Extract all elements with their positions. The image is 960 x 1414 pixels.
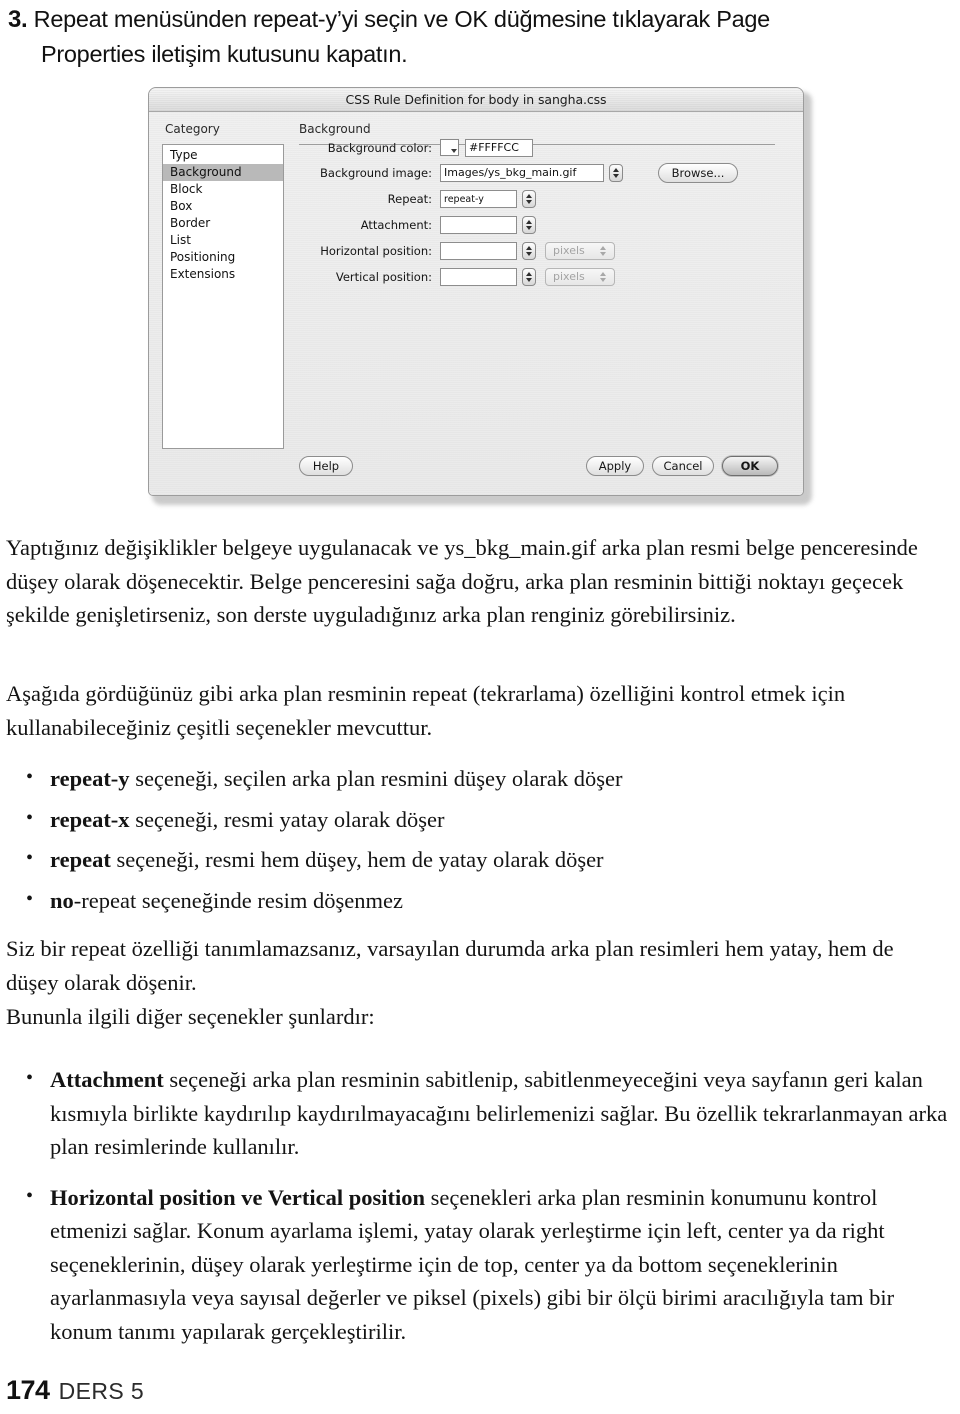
dialog-title: CSS Rule Definition for body in sangha.c…: [345, 92, 607, 107]
paragraph-4: Bununla ilgili diğer seçenekler şunlardı…: [6, 1004, 375, 1029]
vertical-position-label: Vertical position:: [335, 269, 432, 284]
step-text-line1: Repeat menüsünden repeat-y’yi seçin ve O…: [33, 6, 771, 32]
chapter-label: DERS 5: [58, 1378, 145, 1404]
background-color-input[interactable]: #FFFFCC: [465, 138, 533, 157]
step-text-line2: Properties iletişim kutusunu kapatın.: [41, 41, 408, 67]
horizontal-position-unit-value: pixels: [553, 244, 585, 257]
repeat-label: Repeat:: [387, 191, 432, 206]
dialog-body: Category Type Background Block Box Borde…: [149, 112, 803, 495]
list-item: repeat-y seçeneği, seçilen arka plan res…: [6, 761, 950, 796]
paragraph-2: Aşağıda gördüğünüz gibi arka plan resmin…: [6, 681, 846, 740]
vertical-position-unit-select[interactable]: pixels: [545, 267, 615, 286]
vertical-position-stepper-icon[interactable]: [522, 267, 536, 286]
vertical-position-unit-value: pixels: [553, 270, 585, 283]
color-swatch-picker[interactable]: [440, 139, 459, 156]
apply-button[interactable]: Apply: [586, 456, 644, 476]
category-item-positioning[interactable]: Positioning: [163, 249, 283, 266]
list-item-text: -repeat seçeneğinde resim döşenmez: [73, 887, 403, 913]
other-options-list: Attachment seçeneği arka plan resminin s…: [6, 1062, 950, 1365]
attachment-row: Attachment:: [299, 215, 536, 234]
horizontal-position-unit-select[interactable]: pixels: [545, 241, 615, 260]
list-item-text: seçeneği, resmi hem düşey, hem de yatay …: [110, 847, 604, 872]
attachment-stepper-icon[interactable]: [522, 215, 536, 234]
page-number: 174: [6, 1375, 50, 1405]
vertical-unit-chevron-updown-icon: [600, 271, 607, 283]
list-item-term: repeat-x: [50, 806, 130, 832]
background-image-stepper-icon[interactable]: [609, 163, 623, 182]
category-item-list[interactable]: List: [163, 232, 283, 249]
vertical-position-row: Vertical position: pixels: [299, 267, 615, 286]
list-item: Horizontal position ve Vertical position…: [6, 1180, 950, 1349]
dialog-window: CSS Rule Definition for body in sangha.c…: [148, 87, 804, 496]
list-item: no-repeat seçeneğinde resim döşenmez: [6, 883, 950, 918]
pane-title: Background: [299, 122, 371, 136]
css-rule-definition-dialog-screenshot: CSS Rule Definition for body in sangha.c…: [148, 87, 812, 505]
category-item-block[interactable]: Block: [163, 181, 283, 198]
background-image-row: Background image: Images/ys_bkg_main.gif: [299, 163, 623, 182]
repeat-row: Repeat: repeat-y: [299, 189, 536, 208]
dialog-titlebar: CSS Rule Definition for body in sangha.c…: [149, 88, 803, 112]
list-item-term: repeat-y: [50, 766, 130, 791]
list-item: Attachment seçeneği arka plan resminin s…: [6, 1062, 950, 1164]
horizontal-position-label: Horizontal position:: [320, 243, 432, 258]
browse-button[interactable]: Browse...: [658, 163, 738, 183]
attachment-label: Attachment:: [360, 217, 432, 232]
step-heading: 3. Repeat menüsünden repeat-y’yi seçin v…: [8, 2, 913, 71]
list-item: repeat-x seçeneği, resmi yatay olarak dö…: [6, 802, 950, 837]
paragraph-1: Yaptığınız değişiklikler belgeye uygulan…: [6, 535, 918, 627]
dialog-button-bar: Help Apply Cancel OK: [149, 456, 803, 476]
help-button[interactable]: Help: [299, 456, 353, 476]
repeat-options-list: repeat-y seçeneği, seçilen arka plan res…: [6, 761, 950, 924]
cancel-button[interactable]: Cancel: [652, 456, 714, 476]
page-footer: 174 DERS 5: [6, 1375, 144, 1406]
list-item-term: repeat: [50, 847, 111, 872]
ok-button[interactable]: OK: [722, 456, 778, 476]
category-list[interactable]: Type Background Block Box Border List Po…: [162, 144, 284, 449]
category-item-background[interactable]: Background: [163, 164, 283, 181]
horizontal-unit-chevron-updown-icon: [600, 245, 607, 257]
attachment-input[interactable]: [440, 215, 517, 234]
vertical-position-input[interactable]: [440, 267, 517, 286]
list-item-text: seçeneği, seçilen arka plan resmini düşe…: [129, 766, 623, 791]
category-label: Category: [165, 122, 220, 136]
category-item-border[interactable]: Border: [163, 215, 283, 232]
list-item-term: no: [50, 887, 74, 913]
background-color-row: Background color: #FFFFCC: [299, 138, 533, 157]
list-item-text: seçeneği arka plan resminin sabitlenip, …: [50, 1067, 948, 1159]
list-item: repeat seçeneği, resmi hem düşey, hem de…: [6, 842, 950, 877]
background-image-label: Background image:: [320, 165, 432, 180]
background-color-label: Background color:: [327, 140, 432, 155]
repeat-stepper-icon[interactable]: [522, 189, 536, 208]
repeat-input[interactable]: repeat-y: [440, 189, 517, 208]
horizontal-position-stepper-icon[interactable]: [522, 241, 536, 260]
list-item-term: Horizontal position ve Vertical position: [50, 1184, 426, 1210]
horizontal-position-input[interactable]: [440, 241, 517, 260]
list-item-text: seçeneği, resmi yatay olarak döşer: [129, 806, 445, 832]
category-item-box[interactable]: Box: [163, 198, 283, 215]
paragraph-3: Siz bir repeat özelliği tanımlamazsanız,…: [6, 936, 894, 995]
category-item-extensions[interactable]: Extensions: [163, 266, 283, 283]
step-number: 3.: [8, 6, 28, 33]
category-item-type[interactable]: Type: [163, 147, 283, 164]
background-image-input[interactable]: Images/ys_bkg_main.gif: [440, 163, 604, 182]
horizontal-position-row: Horizontal position: pixels: [299, 241, 615, 260]
list-item-term: Attachment: [50, 1067, 164, 1092]
